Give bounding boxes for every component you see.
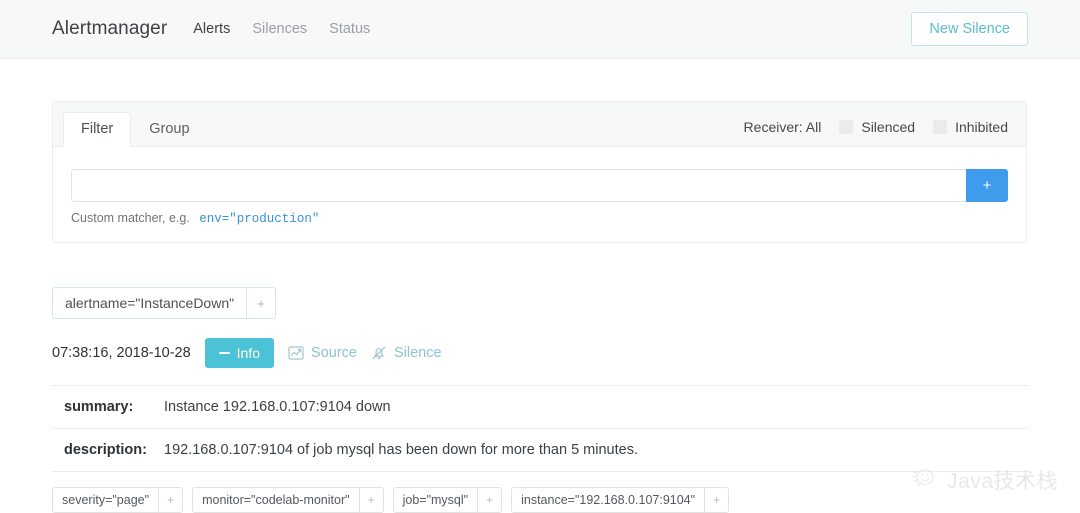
detail-key-summary: summary: [64, 399, 134, 415]
matcher-input-row: + [71, 169, 1008, 202]
checkbox-inhibited[interactable]: Inhibited [933, 119, 1008, 135]
label-chip-job-text: job="mysql" [402, 493, 469, 507]
app-brand: Alertmanager [52, 18, 168, 39]
silence-link[interactable]: Silence [371, 345, 442, 361]
navbar: Alertmanager Alerts Silences Status New … [0, 0, 1080, 59]
matcher-input[interactable] [71, 169, 966, 202]
chart-line-icon [288, 345, 304, 361]
detail-value-summary: Instance 192.168.0.107:9104 down [164, 399, 391, 415]
checkbox-silenced-box[interactable] [839, 120, 854, 134]
alert-block: alertname="InstanceDown" + 07:38:16, 201… [52, 287, 1028, 513]
alert-timestamp: 07:38:16, 2018-10-28 [52, 345, 191, 361]
tab-filter[interactable]: Filter [63, 112, 132, 147]
nav-link-silences[interactable]: Silences [252, 21, 307, 37]
label-chip-monitor-plus[interactable]: + [358, 488, 383, 512]
info-toggle-button[interactable]: Info [204, 338, 275, 368]
receiver-label[interactable]: Receiver: All [744, 119, 822, 135]
label-chip-severity[interactable]: severity="page" + [52, 487, 184, 513]
label-chip-severity-plus[interactable]: + [158, 488, 182, 512]
nav-links: Alerts Silences Status [193, 21, 370, 37]
filter-card-body: + Custom matcher, e.g. env="production" [53, 147, 1026, 242]
detail-row-summary: summary: Instance 192.168.0.107:9104 dow… [52, 386, 1028, 429]
matcher-help-example[interactable]: env="production" [199, 212, 319, 226]
checkbox-inhibited-box[interactable] [933, 120, 948, 134]
alert-filter-chip-row: alertname="InstanceDown" + [52, 287, 1028, 319]
label-chip-monitor-text: monitor="codelab-monitor" [202, 493, 350, 507]
filter-card-header: Filter Group Receiver: All Silenced Inhi… [53, 102, 1026, 147]
checkbox-silenced[interactable]: Silenced [839, 119, 915, 135]
matcher-help-prefix: Custom matcher, e.g. [71, 211, 190, 225]
bell-slash-icon [371, 345, 387, 361]
detail-row-description: description: 192.168.0.107:9104 of job m… [52, 429, 1028, 472]
matcher-help-text: Custom matcher, e.g. env="production" [71, 211, 1008, 226]
label-chip-job-plus[interactable]: + [477, 488, 501, 512]
label-chip-instance-plus[interactable]: + [704, 488, 728, 512]
info-toggle-label: Info [236, 345, 261, 361]
page-content: Filter Group Receiver: All Silenced Inhi… [0, 59, 1080, 513]
nav-link-status[interactable]: Status [329, 21, 370, 37]
alert-label-chip-row: severity="page" + monitor="codelab-monit… [52, 487, 1028, 513]
nav-link-alerts[interactable]: Alerts [193, 21, 230, 37]
label-chip-instance[interactable]: instance="192.168.0.107:9104" + [511, 487, 730, 513]
alert-detail-table: summary: Instance 192.168.0.107:9104 dow… [52, 385, 1028, 472]
silence-link-label: Silence [393, 345, 442, 361]
label-chip-instance-text: instance="192.168.0.107:9104" [521, 493, 696, 507]
alert-meta-row: 07:38:16, 2018-10-28 Info Source Silence [52, 338, 1028, 368]
source-link[interactable]: Source [288, 345, 357, 361]
filter-chip-alertname-text: alertname="InstanceDown" [65, 295, 235, 311]
filter-chip-alertname[interactable]: alertname="InstanceDown" + [52, 287, 276, 319]
detail-value-description: 192.168.0.107:9104 of job mysql has been… [164, 442, 638, 458]
source-link-label: Source [311, 345, 357, 361]
filter-header-controls: Receiver: All Silenced Inhibited [744, 119, 1008, 146]
detail-key-description: description: [64, 442, 147, 458]
minus-icon [218, 352, 230, 354]
checkbox-inhibited-label: Inhibited [955, 119, 1008, 135]
filter-card: Filter Group Receiver: All Silenced Inhi… [52, 101, 1027, 243]
add-matcher-button[interactable]: + [966, 169, 1008, 202]
new-silence-button[interactable]: New Silence [911, 12, 1028, 46]
label-chip-job[interactable]: job="mysql" + [392, 487, 503, 513]
label-chip-severity-text: severity="page" [62, 493, 150, 507]
label-chip-monitor[interactable]: monitor="codelab-monitor" + [192, 487, 384, 513]
filter-chip-alertname-plus[interactable]: + [246, 288, 275, 318]
tab-group[interactable]: Group [131, 112, 207, 147]
filter-tabs: Filter Group [63, 102, 208, 147]
checkbox-silenced-label: Silenced [861, 119, 916, 135]
